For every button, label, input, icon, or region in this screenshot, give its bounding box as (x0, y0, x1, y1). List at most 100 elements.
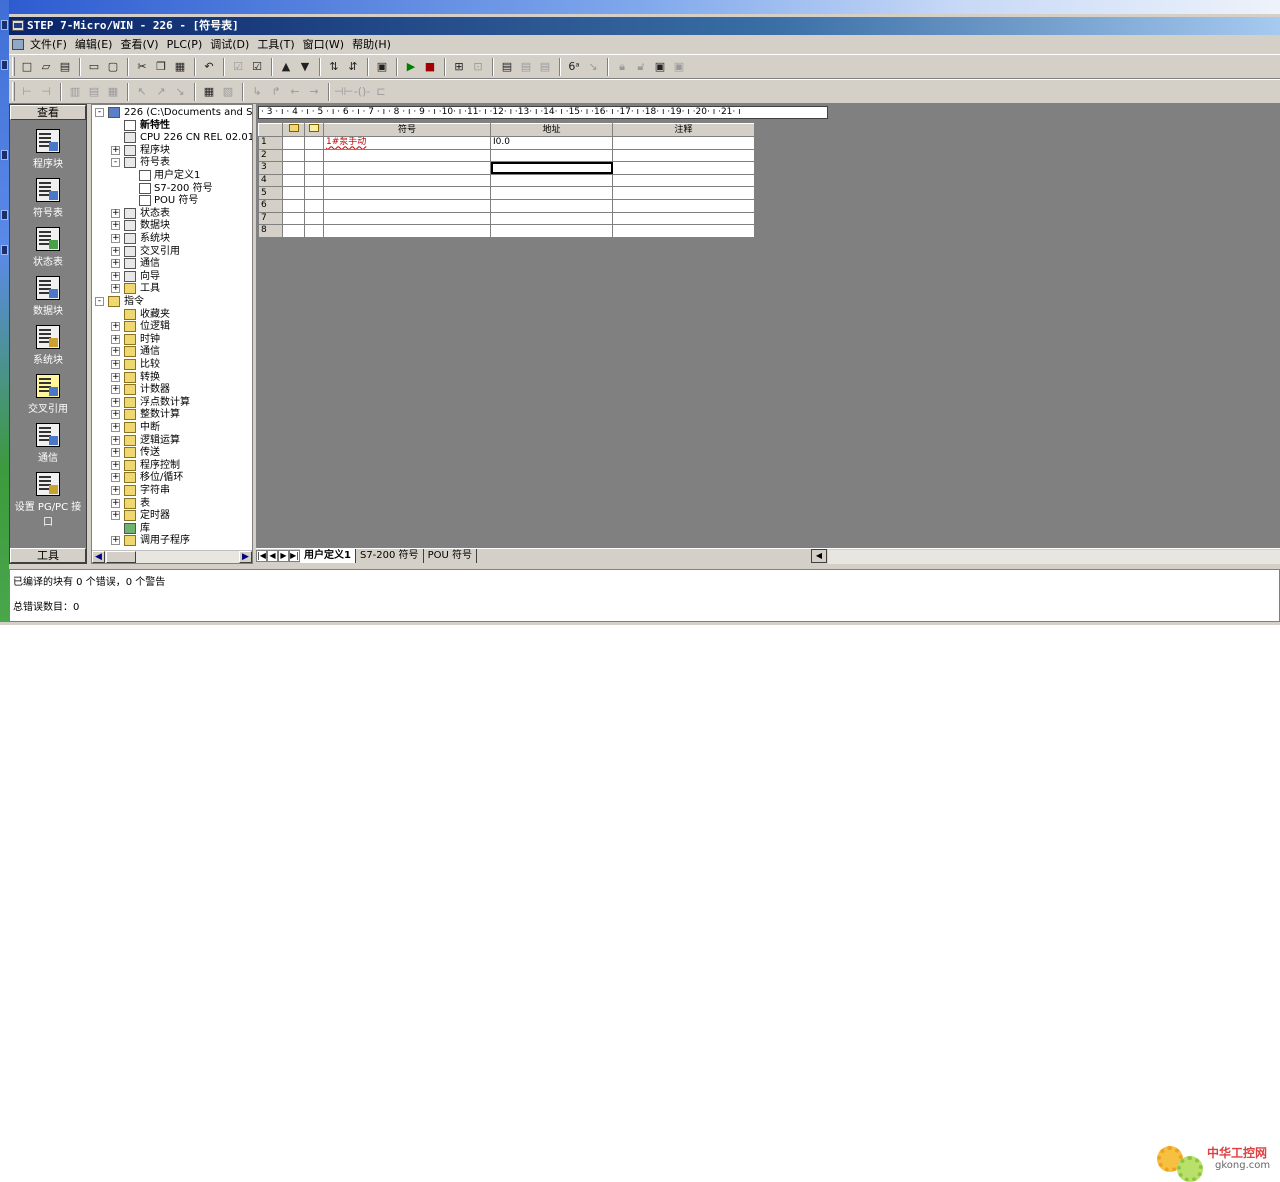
comment-cell[interactable] (612, 224, 755, 238)
menu-item[interactable]: 工具(T) (253, 36, 298, 53)
tree-item[interactable]: + 程序块 (92, 144, 252, 157)
contact-icon[interactable]: ⊣⊢ (334, 83, 353, 101)
last-tab-icon[interactable]: ▶| (289, 550, 300, 562)
cut-icon[interactable]: ✂ (133, 58, 151, 76)
ladder-toggle-icon[interactable]: ⊢ (18, 83, 36, 101)
force-icon[interactable]: 6ᵃ (565, 58, 583, 76)
row-comment-flag-cell[interactable] (304, 186, 324, 200)
row-comment-flag-cell[interactable] (304, 161, 324, 175)
tree-item[interactable]: POU 符号 (92, 194, 252, 207)
row-flag-cell[interactable] (282, 161, 305, 175)
unforce-icon[interactable]: ↘ (584, 58, 602, 76)
expand-icon[interactable]: + (111, 334, 120, 344)
pou-comment-icon[interactable]: ▦ (200, 83, 218, 101)
tree-item[interactable]: + 比较 (92, 358, 252, 371)
scroll-thumb[interactable] (106, 551, 136, 563)
open-icon[interactable]: ▱ (37, 58, 55, 76)
row-flag-cell[interactable] (282, 186, 305, 200)
tab-user-defined-1[interactable]: 用户定义1 (300, 549, 356, 563)
comment-cell[interactable] (612, 186, 755, 200)
comment-cell[interactable] (612, 211, 755, 226)
navbar-item-set-pg-pc[interactable]: 设置 PG/PC 接口 (10, 470, 86, 528)
menu-item[interactable]: 窗口(W) (299, 36, 348, 53)
tree-item[interactable]: + 计数器 (92, 383, 252, 396)
tree-item[interactable]: + 交叉引用 (92, 245, 252, 258)
tree-item[interactable]: - 符号表 (92, 156, 252, 169)
tab-pou-symbols[interactable]: POU 符号 (424, 549, 477, 563)
expand-icon[interactable]: + (111, 435, 120, 445)
expand-icon[interactable]: + (111, 397, 120, 407)
program-status-icon[interactable]: ⊞ (450, 58, 468, 76)
tree-item[interactable]: - 226 (C:\Documents and Settings\ (92, 106, 252, 119)
address-cell[interactable] (490, 186, 613, 200)
expand-icon[interactable]: + (111, 208, 120, 218)
address-cell[interactable] (490, 173, 613, 188)
address-cell[interactable] (490, 198, 613, 213)
address-cell[interactable]: I0.0 (490, 136, 613, 150)
comment-cell[interactable] (612, 136, 755, 150)
desktop-icon[interactable] (1, 20, 8, 30)
tree-item[interactable]: + 通信 (92, 345, 252, 358)
expand-icon[interactable]: + (111, 460, 120, 470)
network-comment-icon[interactable]: ▧ (219, 83, 237, 101)
navbar-item-communications[interactable]: 通信 (10, 421, 86, 470)
tree-item[interactable]: + 表 (92, 497, 252, 510)
navbar-item-data-block[interactable]: 数据块 (10, 274, 86, 323)
comment-cell[interactable] (612, 161, 755, 175)
symbol-cell[interactable] (323, 198, 491, 213)
menu-item[interactable]: 查看(V) (116, 36, 162, 53)
view-lad-icon[interactable]: ▥ (66, 83, 84, 101)
expand-icon[interactable]: + (111, 246, 120, 256)
delete-network-icon[interactable]: ↗ (152, 83, 170, 101)
address-cell[interactable] (490, 224, 613, 238)
editor-horizontal-scrollbar[interactable] (828, 550, 1280, 564)
box-icon[interactable]: ⊏ (372, 83, 390, 101)
collapse-icon[interactable]: - (95, 108, 104, 117)
collapse-icon[interactable]: - (111, 158, 120, 168)
expand-icon[interactable]: + (111, 347, 120, 357)
desktop-icon[interactable] (1, 245, 8, 255)
unlock-icon[interactable]: 🔓︎ (632, 58, 650, 76)
row-flag-cell[interactable] (282, 148, 305, 163)
tree-item[interactable]: 用户定义1 (92, 169, 252, 182)
symbol-cell[interactable] (323, 173, 491, 188)
row-comment-flag-cell[interactable] (304, 198, 324, 213)
first-tab-icon[interactable]: |◀ (256, 550, 267, 562)
contact-up-icon[interactable]: ↱ (267, 83, 285, 101)
undo-icon[interactable]: ↶ (200, 58, 218, 76)
expand-icon[interactable]: + (111, 259, 120, 269)
sort-descending-icon[interactable]: ⇵ (344, 58, 362, 76)
read-all-forced-icon[interactable]: ▣ (651, 58, 669, 76)
expand-icon[interactable]: + (111, 486, 120, 495)
address-cell[interactable] (490, 161, 613, 175)
row-comment-flag-cell[interactable] (304, 173, 324, 188)
print-icon[interactable]: ▭ (85, 58, 103, 76)
coil-icon[interactable]: -()- (353, 83, 371, 101)
navbar-item-system-block[interactable]: 系统块 (10, 323, 86, 372)
tree-item[interactable]: + 转换 (92, 371, 252, 384)
app-icon[interactable] (12, 20, 24, 31)
comment-cell[interactable] (612, 173, 755, 188)
address-cell[interactable] (490, 211, 613, 226)
contact-down-icon[interactable]: ↳ (248, 83, 266, 101)
tree-item[interactable]: + 字符串 (92, 484, 252, 497)
menu-item[interactable]: 调试(D) (206, 36, 253, 53)
navbar-footer-tools[interactable]: 工具 (10, 548, 86, 563)
expand-icon[interactable]: + (111, 498, 120, 508)
sort-ascending-icon[interactable]: ⇅ (325, 58, 343, 76)
document-menu-icon[interactable] (12, 39, 24, 50)
options-icon[interactable]: ▣ (373, 58, 391, 76)
symbol-cell[interactable]: 1#泵手动 (323, 136, 491, 150)
tree-item[interactable]: - 指令 (92, 295, 252, 308)
row-comment-flag-cell[interactable] (304, 211, 324, 226)
toolbar-grip[interactable] (12, 57, 15, 76)
tree-item[interactable]: + 状态表 (92, 207, 252, 220)
expand-icon[interactable]: + (111, 410, 120, 420)
run-icon[interactable]: ▶ (402, 58, 420, 76)
tree-item[interactable]: CPU 226 CN REL 02.01 (92, 131, 252, 144)
symbol-cell[interactable] (323, 224, 491, 238)
expand-icon[interactable]: + (111, 234, 120, 243)
row-number[interactable]: 3 (258, 161, 283, 175)
tree-item[interactable]: S7-200 符号 (92, 182, 252, 195)
expand-icon[interactable]: + (111, 271, 120, 281)
